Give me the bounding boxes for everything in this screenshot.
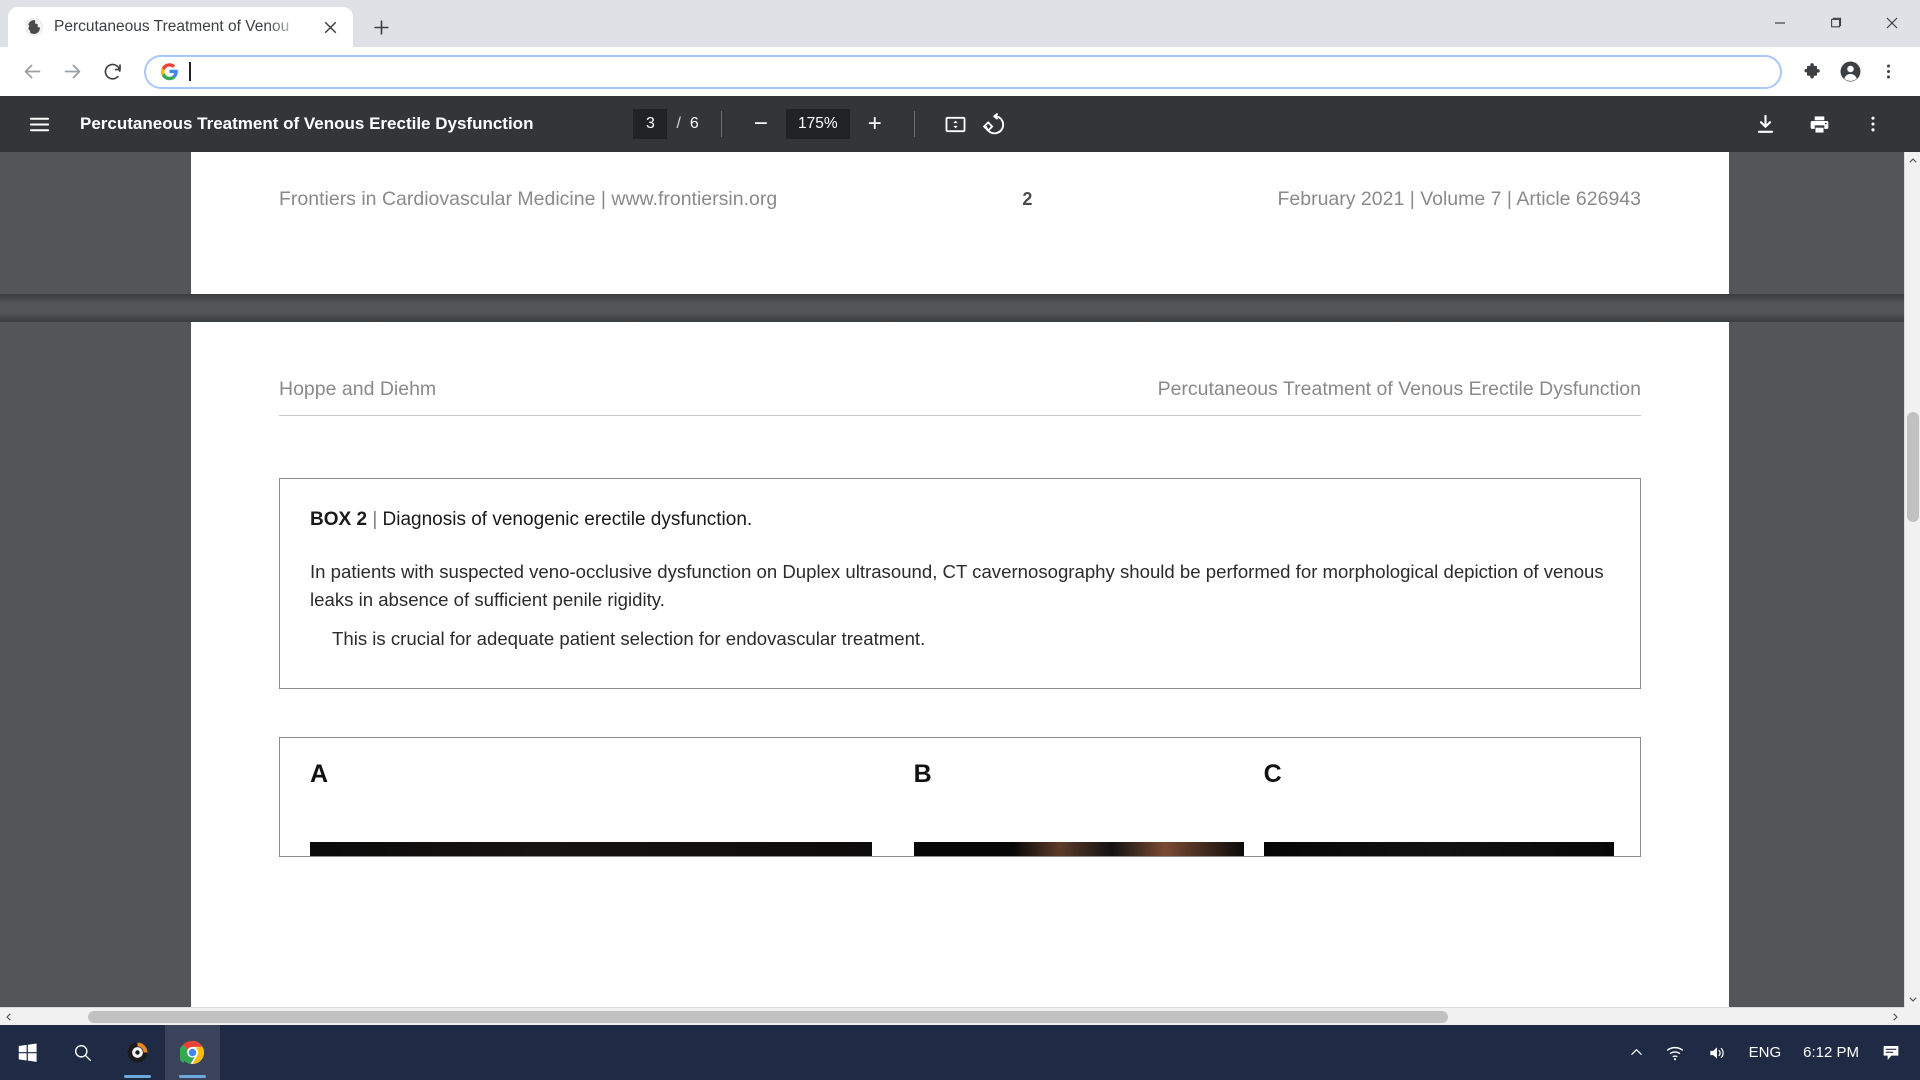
new-tab-button[interactable] [363, 9, 399, 45]
window-maximize-button[interactable] [1808, 0, 1864, 45]
browser-window: Percutaneous Treatment of Venou Percutan… [0, 0, 1920, 1025]
puzzle-piece-icon[interactable] [1794, 54, 1830, 90]
pdf-page-separator: / [676, 115, 681, 132]
page-footer: Frontiers in Cardiovascular Medicine | w… [279, 152, 1641, 211]
media-player-icon[interactable] [110, 1025, 165, 1080]
three-dot-menu-icon[interactable] [1870, 54, 1906, 90]
figure-panels-row: A B C [310, 760, 1614, 857]
toolbar-divider [720, 111, 722, 137]
windows-start-icon[interactable] [0, 1025, 55, 1080]
tab-title: Percutaneous Treatment of Venou [54, 18, 290, 35]
globe-icon [24, 17, 44, 37]
vertical-scrollbar-thumb[interactable] [1907, 412, 1919, 522]
journal-footer-left: Frontiers in Cardiovascular Medicine | w… [279, 188, 778, 210]
language-indicator[interactable]: ENG [1738, 1025, 1793, 1080]
scroll-down-arrow-icon[interactable] [1905, 990, 1920, 1007]
running-head-title: Percutaneous Treatment of Venous Erectil… [1157, 378, 1641, 400]
pdf-page-number-input[interactable] [633, 109, 668, 139]
window-minimize-button[interactable] [1752, 0, 1808, 45]
figure-panel-c-image [1263, 842, 1614, 857]
figure-panel-a-image [310, 842, 872, 857]
scroll-right-arrow-icon[interactable] [1886, 1008, 1904, 1026]
box-paragraph: In patients with suspected veno-occlusiv… [310, 560, 1604, 611]
windows-taskbar: ENG 6:12 PM [0, 1025, 1920, 1080]
address-bar-caret [189, 62, 191, 81]
running-head-authors: Hoppe and Diehm [279, 378, 437, 400]
address-bar[interactable] [144, 54, 1782, 89]
scroll-up-arrow-icon[interactable] [1905, 152, 1920, 169]
box-2-callout: BOX 2 | Diagnosis of venogenic erectile … [279, 478, 1641, 690]
fit-to-page-icon[interactable] [937, 105, 975, 143]
google-g-icon [160, 62, 179, 81]
journal-footer-right: February 2021 | Volume 7 | Article 62694… [1277, 188, 1641, 210]
pdf-toolbar-actions [1746, 105, 1898, 143]
horizontal-scrollbar[interactable] [0, 1007, 1904, 1025]
download-icon[interactable] [1746, 105, 1784, 143]
back-arrow-icon[interactable] [14, 54, 50, 90]
pdf-page-previous: Frontiers in Cardiovascular Medicine | w… [191, 152, 1729, 294]
figure-panel-b-image [913, 842, 1244, 857]
box-divider: | [372, 509, 378, 530]
scrollbar-corner [1904, 1007, 1920, 1025]
box-title: BOX 2 | Diagnosis of venogenic erectile … [310, 507, 1610, 534]
box-label: BOX 2 [310, 509, 368, 530]
figure-container: A B C [279, 737, 1641, 858]
figure-panel-c: C [1263, 760, 1614, 857]
tab-close-icon[interactable] [317, 14, 343, 40]
wifi-icon[interactable] [1654, 1025, 1696, 1080]
clock[interactable]: 6:12 PM [1792, 1025, 1870, 1080]
pdf-document-area[interactable]: Frontiers in Cardiovascular Medicine | w… [0, 152, 1920, 1025]
figure-panel-a-label: A [310, 760, 329, 789]
pdf-toolbar: Percutaneous Treatment of Venous Erectil… [0, 96, 1920, 152]
vertical-scrollbar[interactable] [1904, 152, 1920, 1007]
page-number: 2 [1022, 189, 1033, 209]
box-paragraph-indented: This is crucial for adequate patient sel… [332, 628, 926, 650]
browser-tab[interactable]: Percutaneous Treatment of Venou [8, 7, 353, 47]
print-icon[interactable] [1800, 105, 1838, 143]
notification-icon[interactable] [1870, 1025, 1912, 1080]
browser-toolbar [0, 47, 1920, 96]
window-close-button[interactable] [1864, 0, 1920, 45]
figure-panel-b-label: B [913, 760, 932, 789]
page-gap [0, 294, 1920, 322]
show-hidden-icons-icon[interactable] [1619, 1025, 1654, 1080]
reload-icon[interactable] [94, 54, 130, 90]
toolbar-divider [913, 111, 915, 137]
browser-toolbar-actions [1794, 54, 1906, 90]
figure-panel-c-label: C [1263, 760, 1282, 789]
rotate-icon[interactable] [975, 105, 1013, 143]
chrome-icon[interactable] [165, 1025, 220, 1080]
zoom-in-button[interactable]: + [858, 107, 892, 141]
pdf-page-current: Hoppe and Diehm Percutaneous Treatment o… [191, 322, 1729, 1025]
horizontal-scrollbar-thumb[interactable] [88, 1011, 1448, 1023]
three-dot-menu-icon[interactable] [1854, 105, 1892, 143]
zoom-out-button[interactable]: − [744, 107, 778, 141]
profile-avatar-icon[interactable] [1832, 54, 1868, 90]
tab-strip: Percutaneous Treatment of Venou [0, 0, 1920, 47]
window-controls [1752, 0, 1920, 45]
system-tray: ENG 6:12 PM [1619, 1025, 1920, 1080]
running-head: Hoppe and Diehm Percutaneous Treatment o… [279, 322, 1641, 401]
pdf-page-total: 6 [689, 115, 699, 132]
zoom-level-value[interactable]: 175% [785, 109, 850, 139]
pdf-page-controls: / 6 − 175% + [633, 105, 1012, 143]
figure-panel-b: B [913, 760, 1264, 857]
hamburger-menu-icon[interactable] [22, 107, 56, 141]
speaker-icon[interactable] [1696, 1025, 1738, 1080]
scroll-left-arrow-icon[interactable] [0, 1008, 18, 1026]
header-rule [279, 415, 1641, 416]
box-body: In patients with suspected veno-occlusiv… [310, 558, 1610, 654]
pdf-document-title: Percutaneous Treatment of Venous Erectil… [80, 114, 534, 133]
figure-panel-a: A [310, 760, 912, 857]
address-bar-input[interactable] [202, 63, 1766, 80]
forward-arrow-icon[interactable] [54, 54, 90, 90]
box-caption: Diagnosis of venogenic erectile dysfunct… [382, 509, 753, 530]
pdf-viewer: Percutaneous Treatment of Venous Erectil… [0, 96, 1920, 1025]
search-icon[interactable] [55, 1025, 110, 1080]
